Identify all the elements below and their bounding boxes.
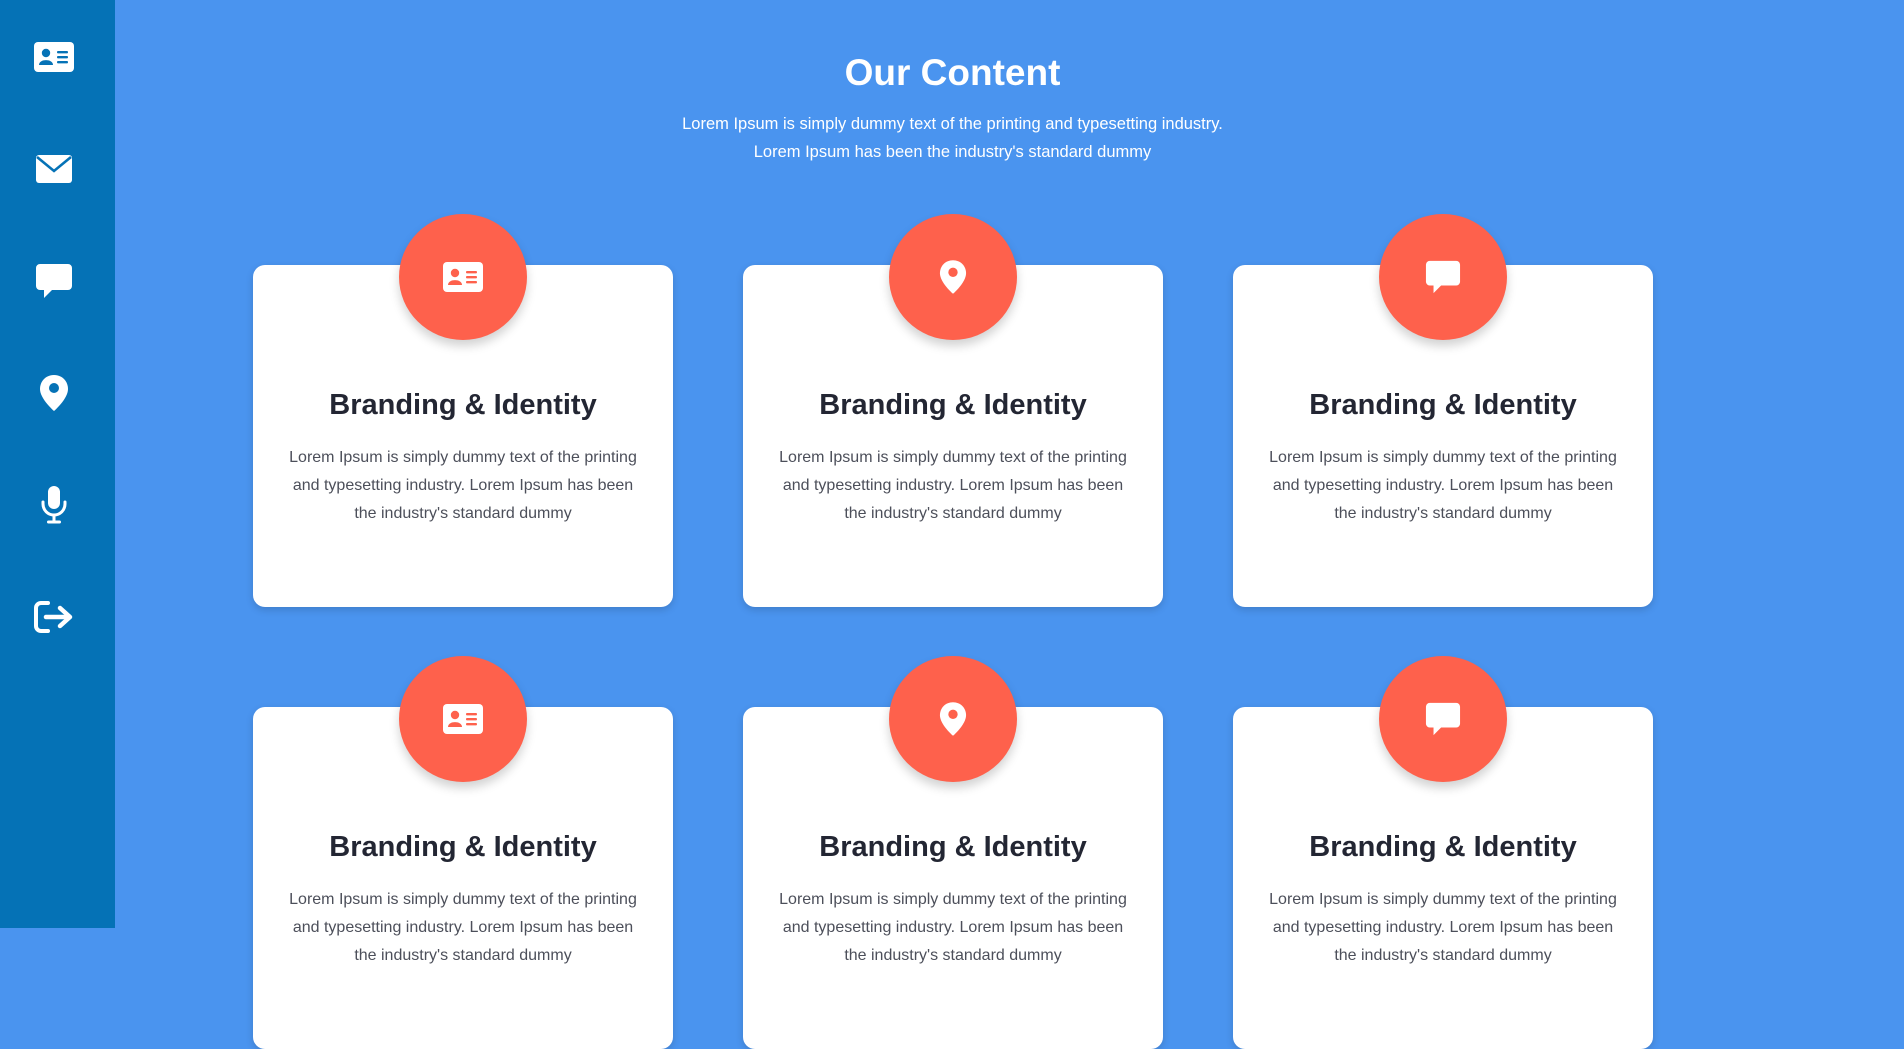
- content-card: Branding & Identity Lorem Ipsum is simpl…: [1233, 656, 1653, 1049]
- card-title: Branding & Identity: [1309, 389, 1577, 421]
- card-text: Lorem Ipsum is simply dummy text of the …: [779, 449, 1127, 522]
- content-card: Branding & Identity Lorem Ipsum is simpl…: [253, 214, 673, 607]
- content-card: Branding & Identity Lorem Ipsum is simpl…: [253, 656, 673, 1049]
- content-card: Branding & Identity Lorem Ipsum is simpl…: [743, 214, 1163, 607]
- card-text: Lorem Ipsum is simply dummy text of the …: [289, 891, 637, 964]
- card-title: Branding & Identity: [819, 389, 1087, 421]
- map-pin-icon: [939, 702, 967, 736]
- microphone-icon: [41, 486, 67, 524]
- card-text: Lorem Ipsum is simply dummy text of the …: [1269, 449, 1617, 522]
- envelope-icon: [36, 155, 72, 183]
- card-title: Branding & Identity: [1309, 831, 1577, 863]
- card-badge: [1379, 214, 1507, 340]
- id-card-icon: [443, 704, 483, 734]
- chat-bubble-icon: [1425, 702, 1461, 736]
- sidebar-item-contact-card[interactable]: [0, 29, 108, 85]
- card-badge: [399, 656, 527, 782]
- map-pin-icon: [40, 375, 68, 411]
- sidebar-item-messages[interactable]: [0, 253, 108, 309]
- sign-out-icon: [34, 601, 73, 633]
- page-subtitle: Lorem Ipsum is simply dummy text of the …: [115, 110, 1790, 166]
- sidebar-item-mail[interactable]: [0, 141, 108, 197]
- card-badge: [889, 656, 1017, 782]
- sidebar-item-logout[interactable]: [0, 589, 108, 645]
- subtitle-line-1: Lorem Ipsum is simply dummy text of the …: [682, 115, 1223, 133]
- sidebar-item-location[interactable]: [0, 365, 108, 421]
- chat-bubble-icon: [36, 264, 72, 298]
- chat-bubble-icon: [1425, 260, 1461, 294]
- card-badge: [1379, 656, 1507, 782]
- card-title: Branding & Identity: [819, 831, 1087, 863]
- card-text: Lorem Ipsum is simply dummy text of the …: [779, 891, 1127, 964]
- sidebar: [0, 0, 115, 928]
- content-card: Branding & Identity Lorem Ipsum is simpl…: [743, 656, 1163, 1049]
- card-title: Branding & Identity: [329, 389, 597, 421]
- id-card-icon: [34, 42, 74, 72]
- subtitle-line-2: Lorem Ipsum has been the industry's stan…: [753, 143, 1152, 161]
- card-title: Branding & Identity: [329, 831, 597, 863]
- map-pin-icon: [939, 260, 967, 294]
- id-card-icon: [443, 262, 483, 292]
- card-badge: [889, 214, 1017, 340]
- content-card: Branding & Identity Lorem Ipsum is simpl…: [1233, 214, 1653, 607]
- main-content: Our Content Lorem Ipsum is simply dummy …: [115, 0, 1904, 1049]
- card-text: Lorem Ipsum is simply dummy text of the …: [1269, 891, 1617, 964]
- sidebar-item-audio[interactable]: [0, 477, 108, 533]
- card-text: Lorem Ipsum is simply dummy text of the …: [289, 449, 637, 522]
- card-badge: [399, 214, 527, 340]
- page-title: Our Content: [844, 52, 1061, 93]
